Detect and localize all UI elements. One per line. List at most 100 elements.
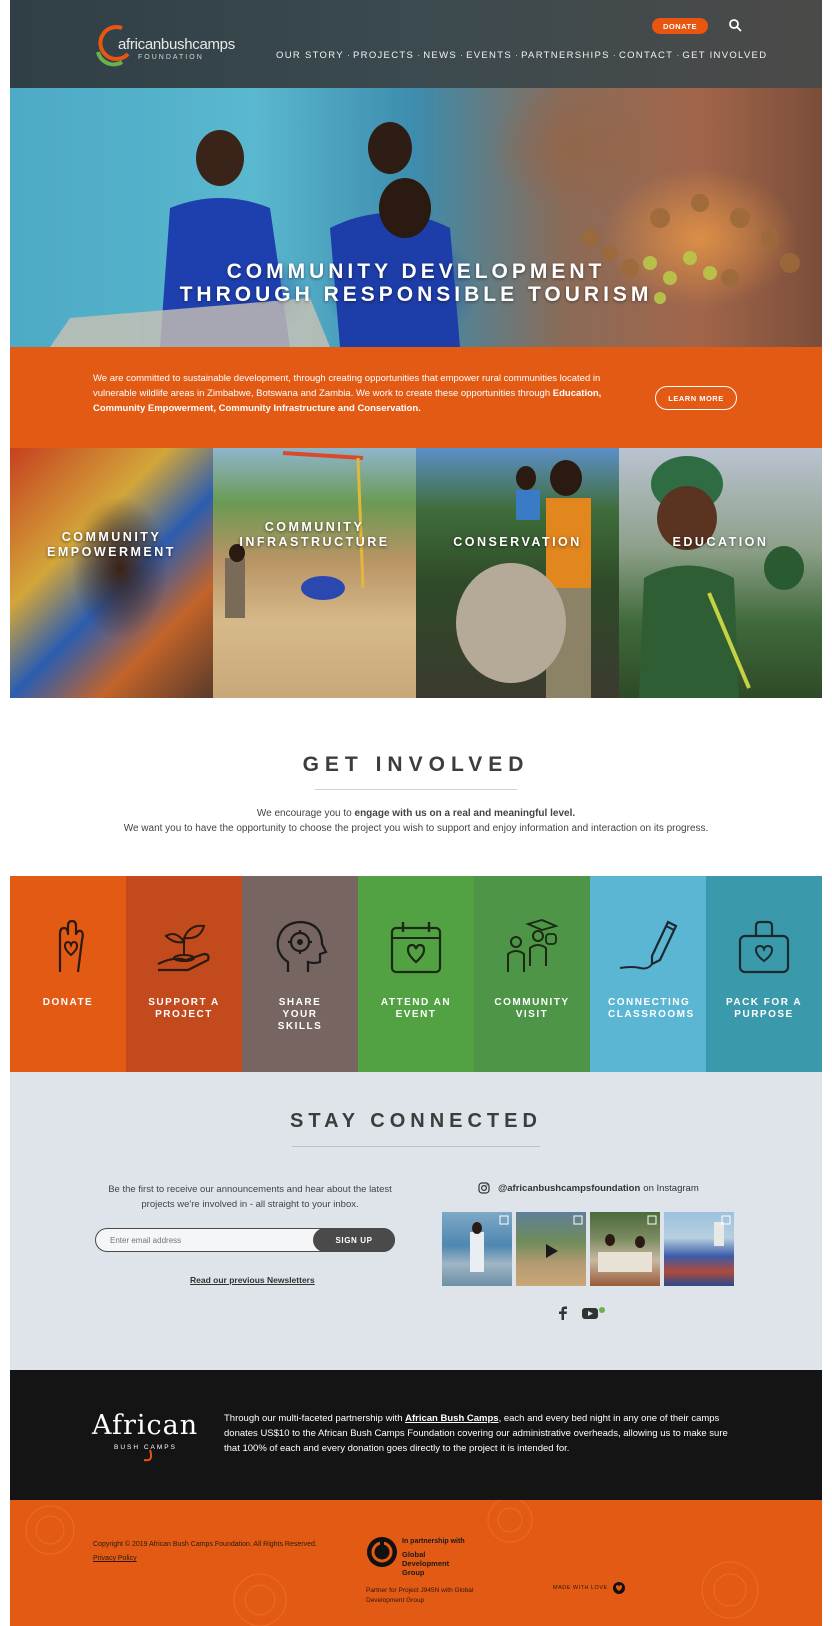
- action-support-a-project[interactable]: SUPPORT A PROJECT: [126, 876, 242, 1072]
- hero-banner: COMMUNITY DEVELOPMENT THROUGH RESPONSIBL…: [10, 88, 822, 347]
- get-involved-text: We want you to have the opportunity to c…: [123, 823, 709, 834]
- tile-education[interactable]: EDUCATION: [619, 448, 822, 698]
- swing-photo: [225, 451, 365, 618]
- social-links: [558, 1306, 606, 1320]
- action-share-your-skills[interactable]: SHARE YOUR SKILLS: [242, 876, 358, 1072]
- african-bush-camps-logo[interactable]: African BUSH CAMPS: [92, 1410, 202, 1464]
- instagram-handle[interactable]: @africanbushcampsfoundation: [498, 1183, 640, 1194]
- action-attend-an-event[interactable]: ATTEND AN EVENT: [358, 876, 474, 1072]
- nav-partnerships[interactable]: PARTNERSHIPS: [521, 50, 610, 61]
- get-involved-actions: DONATE SUPPORT A PROJECT SHARE YOUR SKIL…: [10, 876, 822, 1072]
- commitment-text-plain: We are committed to sustainable developm…: [93, 373, 601, 399]
- get-involved-title: GET INVOLVED: [302, 753, 530, 776]
- privacy-policy-link[interactable]: Privacy Policy: [93, 1555, 137, 1562]
- conservation-photo: [456, 460, 591, 698]
- partnership-footer: African BUSH CAMPS Through our multi-fac…: [10, 1370, 822, 1500]
- hero-photo: [10, 88, 800, 347]
- newsletter-description-line1: Be the first to receive our announcement…: [108, 1184, 392, 1195]
- suitcase-heart-icon: [738, 920, 790, 974]
- head-gear-icon: [276, 920, 328, 972]
- action-label: CONNECTING CLASSROOMS: [608, 997, 695, 1020]
- nav-news[interactable]: NEWS: [423, 50, 457, 61]
- action-label: SHARE YOUR SKILLS: [277, 997, 323, 1032]
- partner-project-text: Partner for Project J945N with Global De…: [366, 1587, 474, 1604]
- instagram-header: @africanbushcampsfoundation on Instagram: [478, 1182, 699, 1194]
- newsletter-description-line2: projects we're involved in - all straigh…: [141, 1199, 359, 1210]
- tile-community-empowerment[interactable]: COMMUNITY EMPOWERMENT: [10, 448, 213, 698]
- heart-icon: [612, 1582, 625, 1594]
- site-header: africanbushcamps FOUNDATION DONATE OUR S…: [10, 0, 822, 88]
- nav-contact[interactable]: CONTACT: [619, 50, 673, 61]
- tile-community-infrastructure[interactable]: COMMUNITY INFRASTRUCTURE: [213, 448, 416, 698]
- nav-separator: ·: [459, 50, 464, 61]
- main-nav: OUR STORY · PROJECTS · NEWS · EVENTS · PARTN…: [276, 50, 767, 61]
- intro-plain: We encourage you to: [256, 808, 355, 819]
- action-label: PACK FOR A PURPOSE: [725, 997, 803, 1020]
- people-icon: [507, 919, 559, 972]
- nav-separator: ·: [346, 50, 351, 61]
- hero-title-line1: COMMUNITY DEVELOPMENT: [226, 260, 606, 283]
- intro-bold: engage with us on a real and meaningful …: [354, 808, 576, 819]
- global-development-group-logo[interactable]: [366, 1536, 398, 1568]
- previous-newsletters-link[interactable]: Read our previous Newsletters: [190, 1275, 315, 1285]
- instagram-post[interactable]: [590, 1212, 660, 1286]
- youtube-icon[interactable]: [582, 1306, 606, 1320]
- partnership-text: Through our multi-faceted partnership wi…: [224, 1411, 744, 1456]
- title-divider: [292, 1146, 540, 1147]
- instagram-post-image: [714, 1215, 731, 1246]
- search-icon[interactable]: [728, 18, 742, 32]
- nav-separator: ·: [676, 50, 680, 61]
- instagram-post[interactable]: [664, 1212, 734, 1286]
- in-partnership-label: In partnership with: [402, 1538, 465, 1545]
- sign-up-button[interactable]: SIGN UP: [313, 1228, 395, 1252]
- tile-label-line2: EMPOWERMENT: [47, 545, 176, 559]
- hero-title-line2: THROUGH RESPONSIBLE TOURISM: [179, 283, 653, 306]
- nav-get-involved[interactable]: GET INVOLVED: [682, 50, 767, 61]
- tile-label-line1: COMMUNITY: [61, 530, 162, 544]
- instagram-icon[interactable]: [478, 1182, 490, 1194]
- action-label: ATTEND AN EVENT: [380, 997, 452, 1020]
- partnership-text-before: Through our multi-faceted partnership wi…: [224, 1413, 406, 1424]
- instagram-feed: [442, 1212, 734, 1286]
- action-donate[interactable]: DONATE: [10, 876, 126, 1072]
- tile-label-line1: COMMUNITY: [264, 520, 365, 534]
- nav-separator: ·: [417, 50, 421, 61]
- nav-our-story[interactable]: OUR STORY: [276, 50, 344, 61]
- african-bush-camps-link[interactable]: African Bush Camps: [405, 1413, 498, 1424]
- facebook-icon[interactable]: [558, 1306, 568, 1320]
- nav-separator: ·: [514, 50, 519, 61]
- tile-conservation[interactable]: CONSERVATION: [416, 448, 619, 698]
- action-pack-for-a-purpose[interactable]: PACK FOR A PURPOSE: [706, 876, 822, 1072]
- action-label: DONATE: [42, 997, 94, 1008]
- heart-hand-icon: [58, 919, 84, 973]
- logo-text: africanbushcamps: [118, 36, 235, 53]
- instagram-post[interactable]: [442, 1212, 512, 1286]
- action-label: SUPPORT A PROJECT: [148, 997, 220, 1020]
- site-logo[interactable]: africanbushcamps FOUNDATION: [92, 22, 242, 68]
- education-photo: [639, 456, 804, 698]
- action-connecting-classrooms[interactable]: CONNECTING CLASSROOMS: [590, 876, 706, 1072]
- email-input[interactable]: [96, 1229, 316, 1251]
- page: africanbushcamps FOUNDATION DONATE OUR S…: [10, 0, 822, 1626]
- action-label: COMMUNITY VISIT: [494, 997, 570, 1020]
- site-footer: Copyright © 2019 African Bush Camps Foun…: [10, 1500, 822, 1626]
- newsletter-form: SIGN UP: [95, 1228, 395, 1252]
- instagram-post[interactable]: [516, 1212, 586, 1286]
- logo-subtext: FOUNDATION: [138, 54, 204, 61]
- action-community-visit[interactable]: COMMUNITY VISIT: [474, 876, 590, 1072]
- title-divider: [315, 789, 517, 790]
- nav-projects[interactable]: PROJECTS: [353, 50, 414, 61]
- gdg-name: Global Development Group: [402, 1550, 450, 1577]
- learn-more-button[interactable]: LEARN MORE: [655, 386, 737, 410]
- tile-label-line1: EDUCATION: [672, 535, 769, 549]
- logo-swirl-icon: [143, 1449, 153, 1462]
- commitment-text: We are committed to sustainable developm…: [93, 371, 623, 416]
- pencil-icon: [619, 920, 678, 970]
- copyright-text: Copyright © 2019 African Bush Camps Foun…: [93, 1541, 317, 1548]
- instagram-post-image: [470, 1215, 509, 1272]
- donate-button[interactable]: DONATE: [652, 18, 708, 34]
- made-with-love[interactable]: MADE WITH LOVE: [553, 1581, 626, 1595]
- nav-events[interactable]: EVENTS: [466, 50, 512, 61]
- calendar-heart-icon: [390, 922, 442, 974]
- focus-areas: COMMUNITY EMPOWERMENT COMMUNITY INFRASTR…: [10, 448, 822, 698]
